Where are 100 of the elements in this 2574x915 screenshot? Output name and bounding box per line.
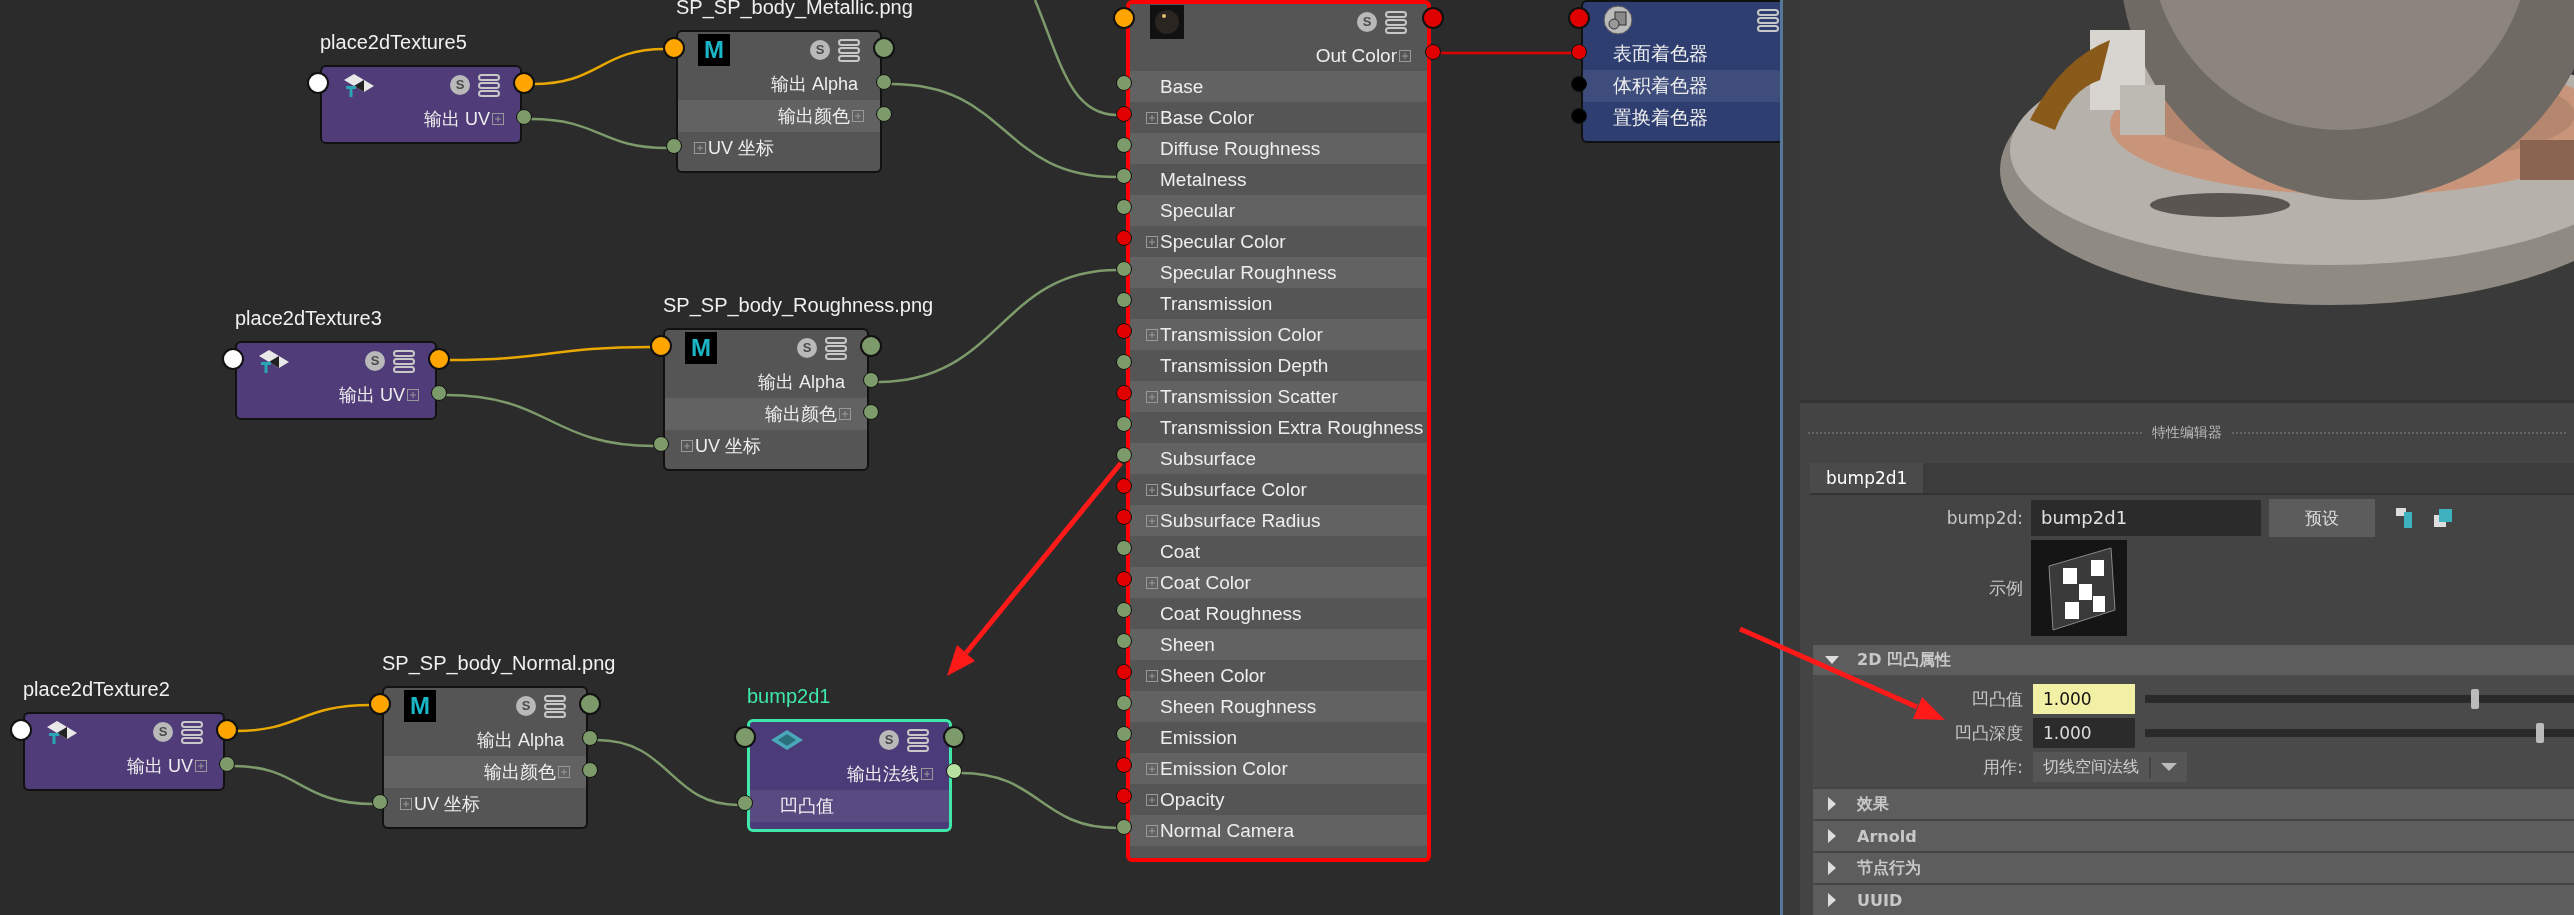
connector-dot[interactable] [1113,7,1135,29]
connector-dot[interactable] [734,726,756,748]
slider-thumb[interactable] [2471,689,2480,709]
port-dot[interactable] [1116,353,1132,370]
port-dot[interactable] [1116,632,1132,649]
port-label: Diffuse Roughness [1159,137,1321,160]
swatch-badge[interactable]: S [879,730,899,750]
port-dot[interactable] [1116,415,1132,432]
port-dot[interactable] [1116,105,1132,122]
port-dot[interactable] [1116,601,1132,618]
connector-dot[interactable] [1568,7,1590,29]
port-dot[interactable] [876,106,892,122]
port-dot[interactable] [737,795,753,811]
section-header[interactable]: 2D 凹凸属性 [1813,645,2574,675]
port-dot[interactable] [1116,384,1132,401]
connector-dot[interactable] [513,72,535,94]
tab[interactable]: bump2d1 [1810,463,1924,493]
port-dot[interactable] [876,74,892,90]
node-card[interactable] [1126,0,1431,862]
connector-dot[interactable] [10,719,32,741]
port-dot[interactable] [666,138,682,154]
node-card[interactable]: S 输出 UV [320,65,522,144]
preset-button[interactable]: 预设 [2269,499,2375,537]
section-header[interactable]: 效果 [1813,789,2574,819]
swatch-badge[interactable]: S [1357,12,1377,32]
node-card[interactable]: M S 输出 Alpha 输出颜色 UV 坐标 [676,30,882,173]
name-field[interactable]: bump2d1 [2031,500,2261,536]
swatch-badge[interactable]: S [797,338,817,358]
port-dot[interactable] [1116,322,1132,339]
swatch-badge[interactable]: S [516,696,536,716]
port-label: Sheen [1159,633,1215,656]
dropdown[interactable]: 切线空间法线 [2033,752,2187,782]
port-dot[interactable] [1116,446,1132,463]
panel-title: 特性编辑器 [2152,424,2222,442]
port-dot[interactable] [1116,756,1132,773]
connector-dot[interactable] [943,726,965,748]
port-dot[interactable] [1116,229,1132,246]
connector-dot[interactable] [860,335,882,357]
port-dot[interactable] [1116,198,1132,215]
section-header[interactable]: UUID [1813,885,2574,915]
port-dot[interactable] [1116,136,1132,153]
connector-dot[interactable] [307,72,329,94]
port-dot[interactable] [1116,570,1132,587]
connector-dot[interactable] [650,335,672,357]
section-header[interactable]: Arnold [1813,821,2574,851]
port-dot[interactable] [946,763,962,779]
connector-dot[interactable] [369,693,391,715]
section-header[interactable]: 节点行为 [1813,853,2574,883]
swatch-badge[interactable]: S [153,722,173,742]
node-card[interactable]: 表面着色器 体积着色器 置换着色器 [1581,0,1780,143]
connector-dot[interactable] [428,348,450,370]
port-dot[interactable] [1116,508,1132,525]
port-label: 凹凸值 [779,795,834,818]
list-icon [393,349,415,373]
number-field[interactable]: 1.000 [2033,718,2135,748]
port-dot[interactable] [431,385,447,401]
port-dot[interactable] [219,756,235,772]
port-dot[interactable] [1116,663,1132,680]
port-dot[interactable] [863,404,879,420]
node-card[interactable]: S 输出法线 凹凸值 [747,719,952,832]
node-card[interactable]: M S 输出 Alpha 输出颜色 UV 坐标 [663,328,869,471]
port-dot[interactable] [653,436,669,452]
connector-dot[interactable] [663,37,685,59]
port-dot[interactable] [863,372,879,388]
port-dot[interactable] [1116,477,1132,494]
shapes-icon [1603,5,1633,35]
port-dot[interactable] [1571,76,1587,92]
port-dot[interactable] [1116,539,1132,556]
swatch-badge[interactable]: S [450,75,470,95]
port-dot[interactable] [1116,725,1132,742]
port-dot[interactable] [372,794,388,810]
swatch-badge[interactable]: S [810,40,830,60]
port-dot[interactable] [516,109,532,125]
swatch-badge[interactable]: S [365,351,385,371]
slider-thumb[interactable] [2535,723,2544,743]
port-dot[interactable] [1116,260,1132,277]
node-card[interactable]: S 输出 UV [235,341,437,420]
port-dot[interactable] [582,730,598,746]
node-title: SP_SP_body_Metallic.png [676,0,913,21]
splitter[interactable] [1780,0,1800,915]
connector-dot[interactable] [873,37,895,59]
port-dot[interactable] [1116,787,1132,804]
node-card[interactable]: M S 输出 Alpha 输出颜色 UV 坐标 [382,686,588,829]
port-dot[interactable] [1116,818,1132,835]
port-dot[interactable] [1116,694,1132,711]
port-label: Subsurface [1159,447,1257,470]
list-icon [544,694,566,718]
connector-dot[interactable] [579,693,601,715]
port-dot[interactable] [1571,108,1587,124]
list-icon [181,720,203,744]
connector-dot[interactable] [222,348,244,370]
port-dot[interactable] [1116,291,1132,308]
port-dot[interactable] [1116,74,1132,91]
port-dot[interactable] [1571,44,1587,60]
port-dot[interactable] [582,762,598,778]
node-card[interactable]: S 输出 UV [23,712,225,791]
port-dot[interactable] [1116,167,1132,184]
connector-dot[interactable] [1422,7,1444,29]
number-field[interactable]: 1.000 [2033,684,2135,714]
connector-dot[interactable] [216,719,238,741]
